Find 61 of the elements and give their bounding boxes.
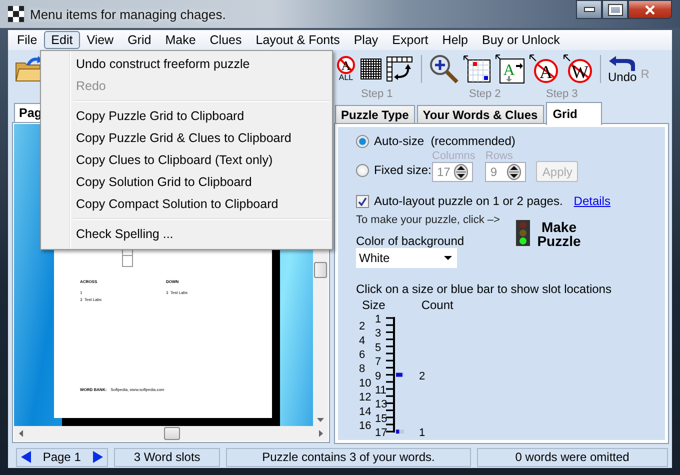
menu-item[interactable]: Help bbox=[435, 31, 476, 49]
step-label: Step 1 bbox=[361, 88, 394, 102]
menu-item[interactable]: Undo construct freeform puzzle bbox=[43, 53, 330, 75]
tab[interactable]: Puzzle Type bbox=[335, 105, 415, 124]
menu-item[interactable]: Grid bbox=[120, 31, 158, 49]
menu-item[interactable]: View bbox=[80, 31, 121, 49]
step-label: Step 3 bbox=[546, 88, 578, 102]
menu-item[interactable]: Export bbox=[385, 31, 436, 49]
count-label: 2 bbox=[419, 370, 426, 382]
size-label[interactable]: 16 bbox=[359, 420, 372, 432]
menu-item[interactable]: Check Spelling ... bbox=[43, 223, 330, 245]
window-title: Menu items for managing chages. bbox=[30, 6, 226, 22]
size-label[interactable]: 13 bbox=[375, 398, 388, 411]
page-label: Page 1 bbox=[42, 450, 81, 464]
size-label[interactable]: 10 bbox=[359, 377, 372, 390]
size-label[interactable]: 5 bbox=[375, 342, 382, 354]
field-label: Color of background bbox=[356, 234, 466, 248]
menu-item[interactable]: Copy Solution Grid to Clipboard bbox=[43, 171, 330, 193]
color-dropdown[interactable]: White bbox=[356, 248, 457, 268]
icon-letter: A bbox=[503, 62, 515, 79]
make-puzzle-button[interactable]: Make Puzzle bbox=[534, 220, 584, 248]
tab[interactable]: Grid bbox=[546, 102, 602, 125]
status-text: Puzzle contains 3 of your words. bbox=[226, 448, 471, 466]
menu-item[interactable]: Copy Compact Solution to Clipboard bbox=[43, 193, 330, 215]
size-label[interactable]: 4 bbox=[359, 334, 366, 347]
size-label[interactable]: 6 bbox=[359, 349, 366, 361]
size-label[interactable]: 7 bbox=[375, 356, 382, 368]
size-heading: Size bbox=[362, 298, 386, 312]
size-label[interactable]: 11 bbox=[375, 384, 386, 396]
menu-item[interactable]: Copy Puzzle Grid & Clues to Clipboard bbox=[43, 127, 330, 149]
undo-button[interactable]: Undo bbox=[608, 55, 637, 83]
option-label: Fixed size: bbox=[374, 163, 432, 177]
size-label[interactable]: 17 bbox=[375, 427, 388, 437]
step-label: Step 2 bbox=[469, 88, 502, 102]
all-label: ALL bbox=[338, 74, 354, 82]
size-label[interactable]: 15 bbox=[375, 412, 388, 425]
size-label[interactable]: 3 bbox=[375, 328, 382, 340]
details-link[interactable]: Details bbox=[574, 194, 610, 208]
slot-hint: Click on a size or blue bar to show slot locations bbox=[356, 282, 612, 296]
size-label[interactable]: 14 bbox=[359, 406, 372, 418]
make-hint: To make your puzzle, click –> bbox=[356, 214, 501, 226]
menu-item[interactable]: Clues bbox=[202, 31, 249, 49]
menu-item[interactable]: Edit bbox=[44, 31, 80, 49]
checkbox-label: Auto-layout puzzle on 1 or 2 pages. bbox=[374, 194, 563, 208]
count-label: 1 bbox=[419, 427, 426, 437]
size-label[interactable]: 1 bbox=[375, 314, 382, 326]
size-label[interactable]: 8 bbox=[359, 363, 366, 376]
size-label[interactable]: 2 bbox=[359, 320, 366, 333]
size-label[interactable]: 9 bbox=[375, 370, 382, 382]
status-text: 0 words were omitted bbox=[476, 448, 668, 466]
size-label[interactable]: 12 bbox=[359, 392, 372, 404]
count-heading: Count bbox=[421, 298, 454, 312]
tab[interactable]: Your Words & Clues bbox=[416, 105, 544, 124]
menu-item[interactable]: Play bbox=[346, 31, 386, 49]
menu-item[interactable]: Make bbox=[158, 31, 203, 49]
menu-item[interactable]: Copy Clues to Clipboard (Text only) bbox=[43, 149, 330, 171]
option-label: Auto-size (recommended) bbox=[374, 134, 516, 148]
menu-item[interactable]: Layout & Fonts bbox=[248, 31, 347, 49]
menu-item[interactable]: Buy or Unlock bbox=[475, 31, 567, 49]
status-text: 3 Word slots bbox=[114, 448, 220, 466]
menu-item[interactable]: File bbox=[10, 31, 44, 49]
